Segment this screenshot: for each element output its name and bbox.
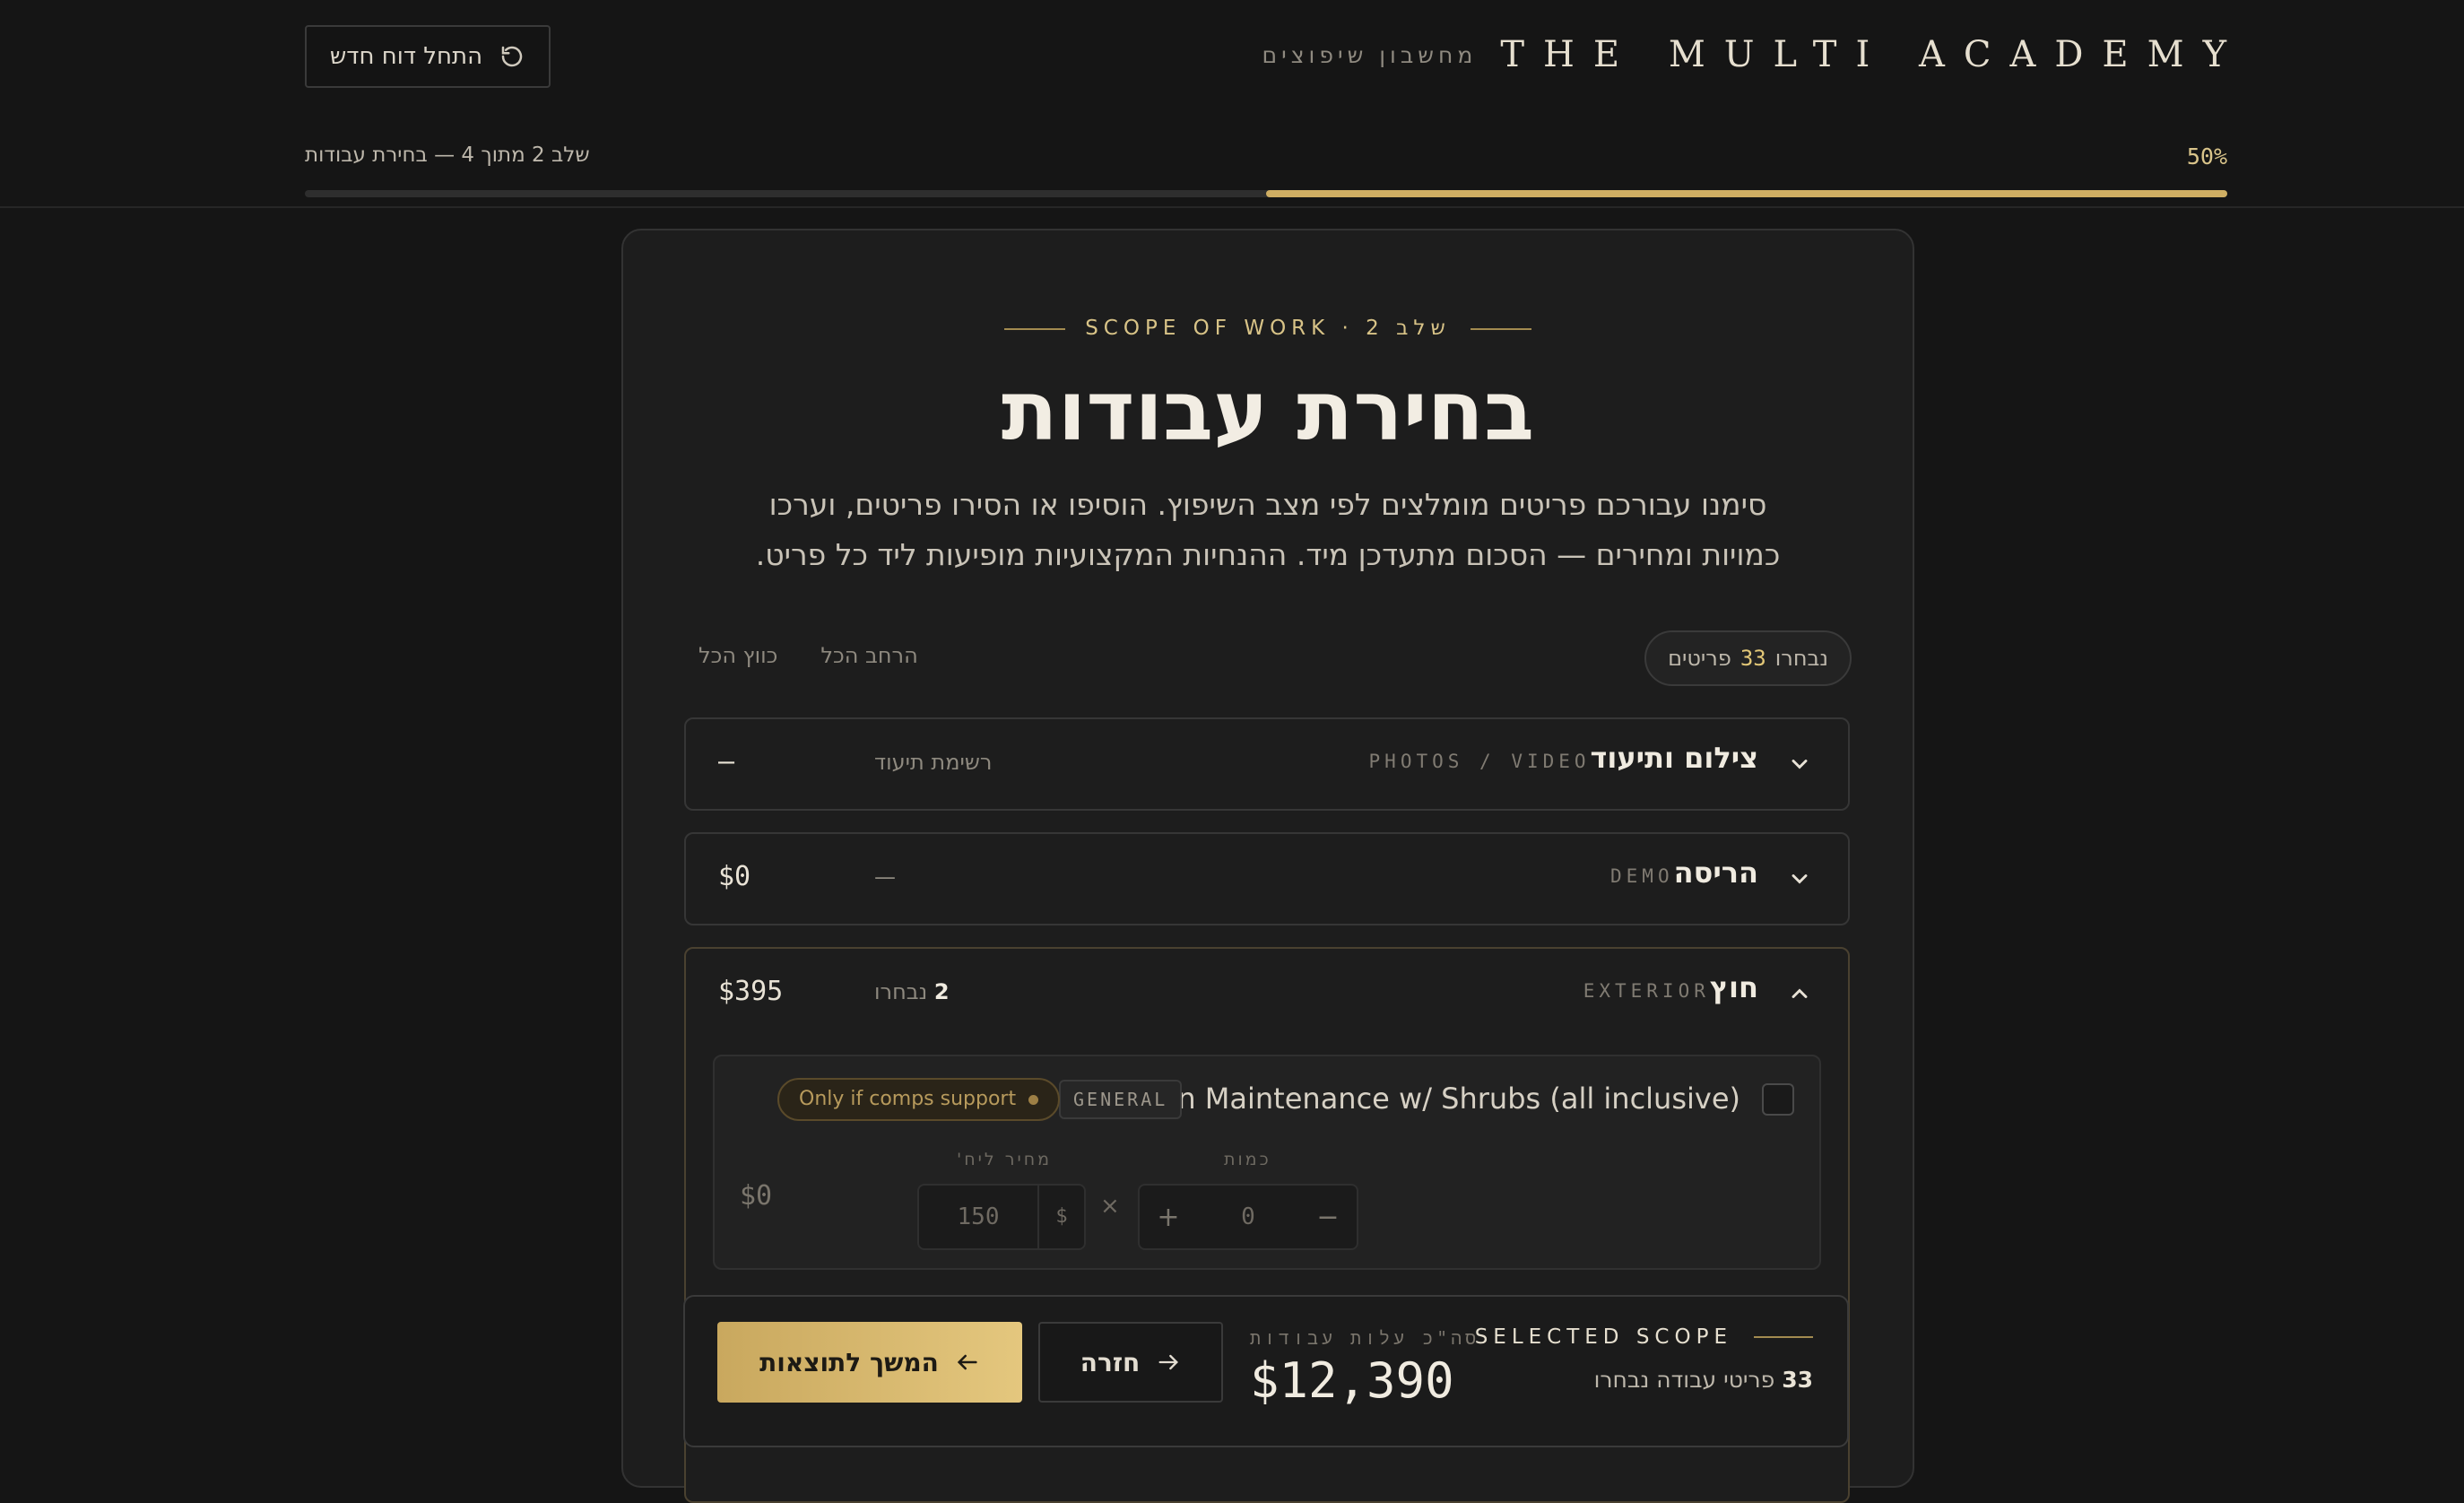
summary-count-label: פריטי עבודה נבחרו — [1593, 1367, 1775, 1393]
section-meta: — — [874, 864, 896, 890]
summary-eyebrow-text: SELECTED SCOPE — [1474, 1325, 1732, 1349]
progress-step-text: שלב 2 מתוך 4 — בחירת עבודות — [305, 143, 590, 167]
top-bar: מחשבון שיפוצים THE MULTI ACADEMY התחל דו… — [0, 0, 2464, 208]
next-label: המשך לתוצאות — [759, 1347, 939, 1377]
page-title: בחירת עבודות — [1001, 363, 1535, 459]
section-title-he: הריסה — [1673, 856, 1758, 890]
collapse-all-link[interactable]: כווץ הכל — [698, 643, 777, 668]
pill-prefix: נבחרו — [1774, 646, 1828, 671]
back-label: חזרה — [1080, 1347, 1141, 1377]
brand-subtitle: מחשבון שיפוצים — [1262, 41, 1478, 68]
step-eyebrow: שלב 2 · SCOPE OF WORK — [623, 317, 1913, 340]
section-total: $0 — [718, 861, 751, 892]
section-title-he: צילום ותיעוד — [1590, 741, 1758, 775]
refresh-icon — [501, 46, 523, 67]
brand: מחשבון שיפוצים THE MULTI ACADEMY — [1262, 34, 2245, 75]
item-name: Lawn Maintenance w/ Shrubs (all inclusiv… — [1120, 1082, 1740, 1116]
unit-price-value: 150 — [957, 1203, 1000, 1230]
summary-count: 33 פריטי עבודה נבחרו — [1594, 1367, 1813, 1393]
quantity-stepper[interactable]: + 0 − — [1138, 1184, 1358, 1250]
total-cost-value: $12,390 — [1250, 1352, 1454, 1409]
section-selected-label: נבחרו — [874, 979, 928, 1004]
chevron-down-icon — [1792, 760, 1808, 769]
total-cost-label: סה"כ עלות עבודות — [1250, 1327, 1480, 1349]
arrow-left-icon — [957, 1354, 977, 1370]
expand-collapse-controls: הרחב הכל כווץ הכל — [698, 643, 918, 668]
restart-report-button[interactable]: התחל דוח חדש — [305, 25, 551, 88]
increment-button[interactable]: + — [1140, 1202, 1197, 1233]
page-description: סימנו עבורכם פריטים מומלצים לפי מצב השיפ… — [755, 487, 1781, 572]
summary-count-number: 33 — [1782, 1367, 1813, 1393]
quantity-value[interactable]: 0 — [1197, 1203, 1299, 1230]
section-photos[interactable]: צילום ותיעוד PHOTOS / VIDEO רשימת תיעוד … — [684, 717, 1850, 811]
continue-to-results-button[interactable]: המשך לתוצאות — [717, 1322, 1022, 1403]
section-meta: רשימת תיעוד — [874, 750, 993, 775]
section-title: חוץ EXTERIOR — [1583, 970, 1758, 1004]
guidance-badge[interactable]: Only if comps support — [777, 1078, 1061, 1121]
progress-bar — [305, 190, 2227, 197]
summary-eyebrow: SELECTED SCOPE — [1475, 1325, 1813, 1349]
brand-name: THE MULTI ACADEMY — [1500, 34, 2245, 75]
section-header[interactable]: צילום ותיעוד PHOTOS / VIDEO רשימת תיעוד … — [686, 719, 1848, 809]
section-selected-count: 2 — [933, 979, 950, 1004]
item-total: $0 — [740, 1180, 773, 1212]
section-title-en: PHOTOS / VIDEO — [1368, 751, 1591, 772]
line-item: Lawn Maintenance w/ Shrubs (all inclusiv… — [713, 1055, 1821, 1270]
summary-bar: SELECTED SCOPE 33 פריטי עבודה נבחרו סה"כ… — [683, 1295, 1849, 1447]
chevron-down-icon — [1792, 874, 1808, 884]
item-checkbox[interactable] — [1762, 1083, 1794, 1116]
pill-suffix: פריטים — [1668, 646, 1731, 671]
expand-all-link[interactable]: הרחב הכל — [820, 643, 917, 668]
pill-count: 33 — [1740, 646, 1766, 671]
back-button[interactable]: חזרה — [1038, 1322, 1223, 1403]
section-title: צילום ותיעוד PHOTOS / VIDEO — [1369, 741, 1758, 775]
section-total: — — [718, 746, 735, 778]
section-header[interactable]: חוץ EXTERIOR 2 נבחרו $395 — [686, 949, 1848, 1038]
section-demo[interactable]: הריסה DEMO — $0 — [684, 832, 1850, 925]
progress-percent: 50% — [2186, 143, 2227, 169]
quantity-label: כמות — [1224, 1150, 1271, 1169]
section-header[interactable]: הריסה DEMO — $0 — [686, 834, 1848, 924]
restart-label: התחל דוח חדש — [329, 43, 483, 70]
decrement-button[interactable]: − — [1299, 1202, 1357, 1233]
status-dot-icon — [1028, 1094, 1039, 1105]
chevron-up-icon — [1792, 988, 1808, 998]
guidance-badge-text: Only if comps support — [799, 1088, 1017, 1110]
section-total: $395 — [718, 976, 784, 1007]
section-title-he: חוץ — [1709, 970, 1758, 1004]
selected-count-pill: נבחרו 33 פריטים — [1644, 630, 1852, 686]
unit-price-label: מחיר ליח' — [957, 1150, 1053, 1169]
progress-fill — [1266, 190, 2227, 197]
eyebrow-text: שלב 2 · SCOPE OF WORK — [1085, 317, 1451, 340]
section-meta: 2 נבחרו — [874, 979, 950, 1004]
multiply-icon: × — [1100, 1193, 1120, 1220]
currency-symbol: $ — [1037, 1186, 1084, 1248]
section-title-en: DEMO — [1610, 865, 1674, 887]
section-title-en: EXTERIOR — [1583, 980, 1710, 1002]
arrow-right-icon — [1158, 1354, 1179, 1370]
section-title: הריסה DEMO — [1610, 856, 1758, 890]
unit-price-input[interactable]: 150 $ — [917, 1184, 1086, 1250]
item-category-tag: GENERAL — [1059, 1080, 1183, 1119]
